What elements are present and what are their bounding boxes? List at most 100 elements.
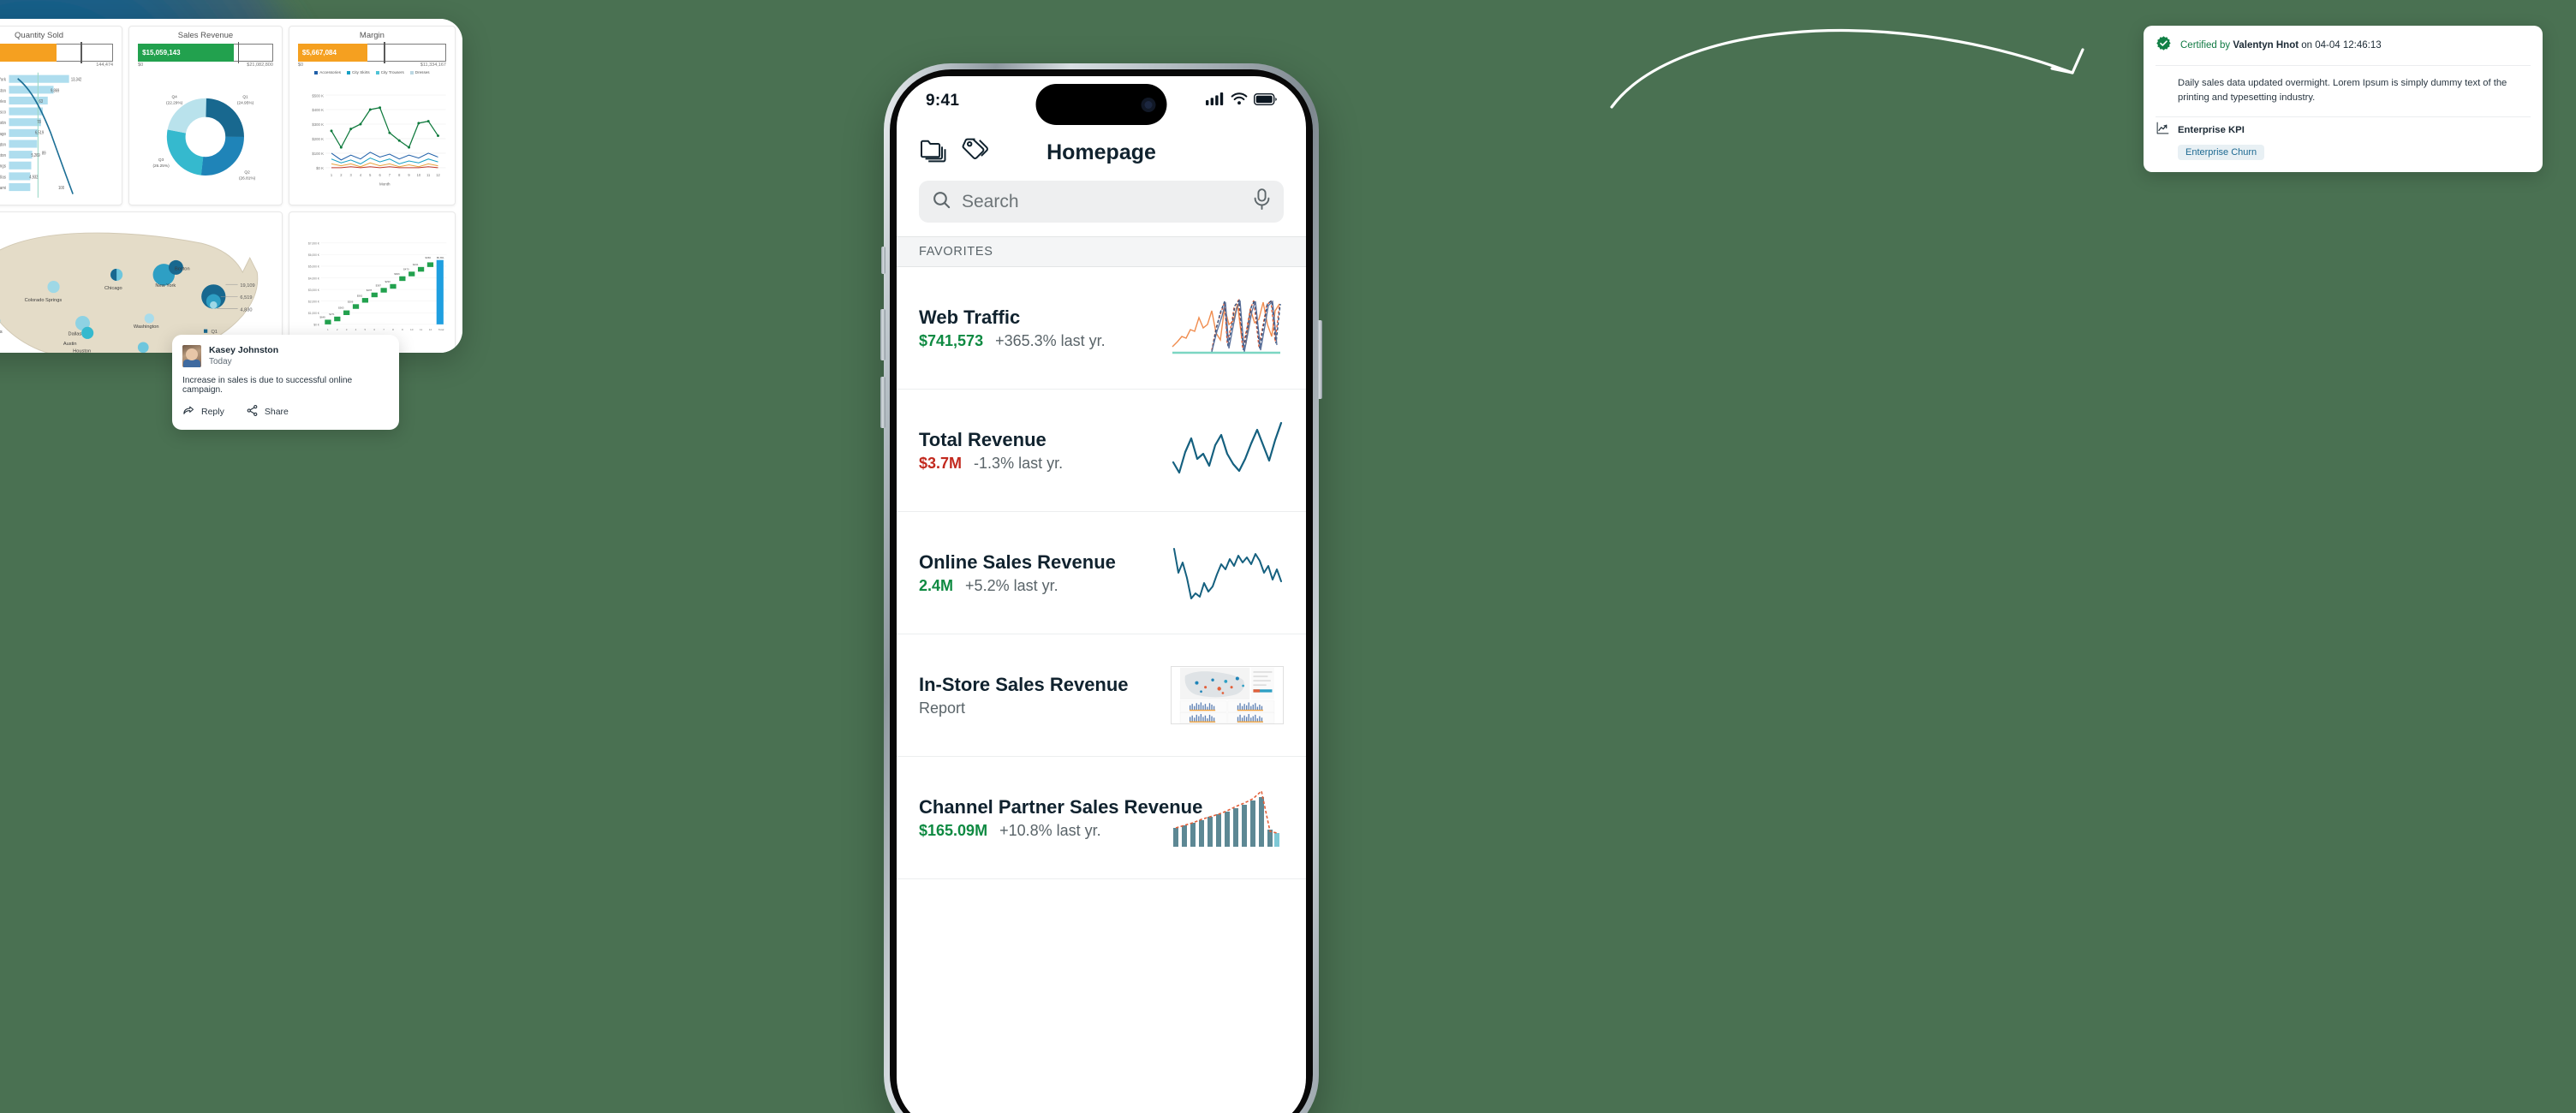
comment-reply-button[interactable]: Reply — [182, 404, 224, 420]
share-icon — [246, 404, 259, 420]
search-input[interactable]: Search — [919, 181, 1284, 223]
svg-text:4,830: 4,830 — [240, 307, 252, 312]
comment-card[interactable]: Kasey Johnston Today Increase in sales i… — [172, 335, 399, 430]
svg-text:$478: $478 — [367, 289, 373, 292]
svg-text:4: 4 — [355, 328, 357, 331]
svg-text:100: 100 — [58, 186, 64, 191]
kpi-bullet-quantity-sold: 90,296 — [0, 42, 114, 63]
dashboard-panel-map[interactable]: ChicagoColorado Springs FranciscoLos Ang… — [0, 211, 283, 353]
status-time: 9:41 — [926, 92, 960, 110]
svg-text:11: 11 — [420, 328, 422, 331]
list-item[interactable]: Online Sales Revenue 2.4M +5.2% last yr. — [897, 512, 1306, 634]
dashboard-panel-waterfall[interactable]: $7,000 K $6,000 K $5,000 K $4,000 K $3,000 … — [288, 211, 456, 353]
dashboard-preview-card[interactable]: Quantity Sold 90,296 0 144,474 New YorkH… — [0, 19, 462, 353]
svg-text:$563: $563 — [338, 306, 344, 309]
svg-text:Los Angeles: Los Angeles — [0, 99, 6, 105]
dashboard-panel-margin[interactable]: Margin $5,667,084 $0 $11,334,167 Accesso… — [288, 26, 456, 205]
search-container: Search — [897, 179, 1306, 236]
svg-text:New York: New York — [155, 283, 176, 289]
svg-text:5: 5 — [369, 173, 372, 177]
svg-text:Los Angeles: Los Angeles — [0, 329, 3, 334]
svg-text:$300 K: $300 K — [312, 122, 324, 127]
svg-text:19,109: 19,109 — [240, 283, 254, 289]
svg-text:3: 3 — [346, 328, 348, 331]
svg-text:Houston: Houston — [73, 348, 91, 353]
svg-text:Dallas: Dallas — [0, 175, 6, 181]
item-value: 2.4M — [919, 576, 954, 594]
svg-text:Dallas: Dallas — [69, 331, 82, 336]
svg-text:(26.25%): (26.25%) — [153, 164, 170, 169]
svg-text:$3,000 K: $3,000 K — [308, 289, 320, 292]
item-value: $3.7M — [919, 454, 963, 472]
search-icon — [932, 190, 951, 214]
item-compare: +365.3% last yr. — [995, 331, 1106, 349]
svg-text:$387: $387 — [375, 283, 381, 287]
svg-text:$7,000 K: $7,000 K — [308, 241, 320, 245]
certified-badge-icon — [2156, 35, 2172, 56]
phone-volume-up-button[interactable] — [880, 309, 886, 360]
waterfall-chart: $7,000 K $6,000 K $5,000 K $4,000 K $3,000 … — [295, 217, 450, 353]
certified-line: Certified by Valentyn Hnot on 04-04 12:4… — [2180, 40, 2382, 51]
svg-text:Q2: Q2 — [245, 170, 251, 175]
item-compare: Report — [919, 699, 966, 717]
certified-card[interactable]: Certified by Valentyn Hnot on 04-04 12:4… — [2144, 26, 2543, 173]
svg-text:(22.29%): (22.29%) — [166, 101, 183, 106]
comment-author: Kasey Johnston — [209, 345, 279, 355]
svg-text:Q1: Q1 — [242, 94, 248, 99]
svg-text:$431: $431 — [413, 263, 419, 266]
svg-text:13,342: 13,342 — [71, 77, 82, 82]
svg-text:6,519: 6,519 — [35, 130, 45, 135]
kpi-value: $5,667,084 — [301, 49, 337, 57]
svg-text:$506: $506 — [348, 300, 354, 303]
dashboard-panel-quantity-sold[interactable]: Quantity Sold 90,296 0 144,474 New YorkH… — [0, 26, 123, 205]
svg-text:12: 12 — [436, 173, 440, 177]
svg-text:Washington: Washington — [134, 324, 159, 330]
svg-text:$290: $290 — [385, 280, 391, 283]
dashboard-panel-sales-revenue[interactable]: Sales Revenue $15,059,143 $0 $21,082,800 — [128, 26, 283, 205]
list-item[interactable]: Channel Partner Sales Revenue $165.09M +… — [897, 757, 1306, 879]
kpi-value: $15,059,143 — [142, 49, 181, 57]
status-bar: 9:41 — [897, 76, 1306, 126]
axis-min: $0 — [297, 62, 304, 68]
svg-text:$0 K: $0 K — [313, 323, 320, 326]
item-compare: -1.3% last yr. — [974, 454, 1064, 472]
svg-text:$366: $366 — [425, 256, 431, 259]
item-sparkline-line — [1171, 421, 1284, 479]
comment-share-button[interactable]: Share — [246, 404, 289, 420]
svg-text:$500 K: $500 K — [312, 93, 324, 98]
item-title: Total Revenue — [919, 428, 1046, 450]
list-item[interactable]: In-Store Sales Revenue Report — [897, 634, 1306, 757]
svg-text:2: 2 — [337, 328, 338, 331]
svg-text:Q4: Q4 — [172, 94, 178, 99]
svg-text:Washington: Washington — [0, 142, 6, 148]
certified-description: Daily sales data updated overmight. Lore… — [2178, 78, 2507, 104]
svg-text:5: 5 — [364, 328, 366, 331]
list-item[interactable]: Total Revenue $3.7M -1.3% last yr. — [897, 390, 1306, 512]
phone-mute-switch[interactable] — [881, 247, 886, 274]
item-sparkline-multi-line — [1171, 299, 1284, 357]
folders-icon[interactable] — [919, 138, 948, 168]
svg-text:3: 3 — [349, 173, 352, 177]
list-item[interactable]: Web Traffic $741,573 +365.3% last yr. — [897, 267, 1306, 390]
svg-text:7: 7 — [383, 328, 385, 331]
phone-volume-down-button[interactable] — [880, 377, 886, 428]
microphone-icon[interactable] — [1253, 188, 1271, 215]
svg-text:Total: Total — [438, 328, 444, 331]
tag-icon[interactable] — [962, 137, 989, 168]
certified-kpi-chip[interactable]: Enterprise Churn — [2178, 145, 2265, 161]
search-placeholder: Search — [962, 191, 1019, 211]
bar-pareto-chart: New York Houston Los Angeles San Francisco… — [0, 70, 116, 200]
item-bar-combo-chart — [1171, 789, 1284, 847]
item-title: Channel Partner Sales Revenue — [919, 795, 1203, 818]
item-compare: +5.2% last yr. — [965, 576, 1058, 594]
kpi-bullet-margin: $5,667,084 — [297, 42, 446, 63]
svg-text:$1,000 K: $1,000 K — [308, 312, 320, 315]
svg-text:Austin: Austin — [0, 121, 6, 127]
nav-bar: Homepage — [897, 126, 1306, 179]
item-title: In-Store Sales Revenue — [919, 673, 1129, 695]
item-title: Web Traffic — [919, 306, 1021, 328]
phone-power-button[interactable] — [1317, 320, 1322, 399]
phone-mockup: 9:41 Homepage Search FAVORITES Web Traff… — [880, 63, 1322, 1113]
margin-legend: Accessories City Skirts City Trousers Dr… — [295, 70, 450, 74]
svg-text:5,269: 5,269 — [31, 153, 40, 158]
